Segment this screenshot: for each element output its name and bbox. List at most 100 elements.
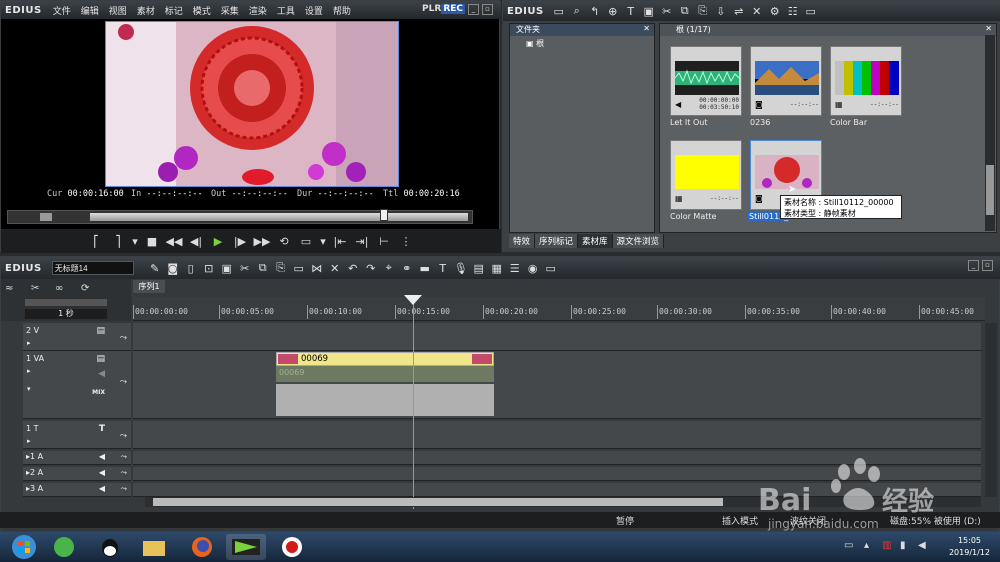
folder-root[interactable]: ▣ 根 [526,38,544,49]
split-icon[interactable]: ⋈ [308,260,326,276]
clip-label[interactable]: Color Bar [830,118,867,127]
step-forward-icon[interactable]: |▶ [229,232,251,250]
tool-icon[interactable]: ✂ [31,283,39,294]
set-out-icon[interactable]: ⎤ [107,232,129,250]
add-clip-icon[interactable]: ⊕ [604,3,622,19]
paste-icon[interactable]: ⎘ [694,3,712,19]
clip-label[interactable]: Let It Out [670,118,707,127]
view-mode-icon[interactable]: ☷ [784,3,802,19]
track-header-2a[interactable]: ▸2 A ◀ ⤳ [23,467,131,481]
copy-icon[interactable]: ⧉ [254,260,272,276]
bin-menu-icon[interactable]: ▭ [802,3,820,19]
timeline-ruler[interactable]: 00:00:00:00 00:00:05:00 00:00:10:00 00:0… [133,297,985,321]
qq-icon[interactable] [90,534,130,560]
record-icon[interactable]: ◉ [524,260,542,276]
timeline-video-clip[interactable]: 00069 [276,352,494,366]
more-tools-icon[interactable]: ⋮ [395,232,417,250]
rewind-icon[interactable]: ◀◀ [163,232,185,250]
clip-color-matte[interactable]: --:--:-- ▦ [670,140,742,210]
close-icon[interactable]: ✕ [985,24,992,33]
expand-icon[interactable]: ▸ [27,437,31,445]
track-lane-1t[interactable] [133,421,981,449]
plr-rec-toggle[interactable]: PLR REC [422,4,465,14]
open-icon[interactable]: ⊡ [200,260,218,276]
group-icon[interactable]: ▭ [290,260,308,276]
signal-icon[interactable]: ▮ [900,540,906,551]
render-icon[interactable]: ▤ [470,260,488,276]
mode-icon[interactable]: ✎ [146,260,164,276]
network-icon[interactable]: ▥ [882,540,891,551]
track-lane-2v[interactable] [133,323,981,351]
new-file-icon[interactable]: ▯ [182,260,200,276]
collapse-icon[interactable]: ▾ [27,385,31,393]
copy-icon[interactable]: ⧉ [676,3,694,19]
tab-effects[interactable]: 特效 [509,234,536,248]
scrub-track[interactable] [90,213,468,221]
expand-icon[interactable]: ▸ [27,367,31,375]
menu-clip[interactable]: 素材 [132,4,160,17]
bin-scrollbar-thumb[interactable] [986,165,994,215]
mix-label[interactable]: MIX [92,389,105,396]
grid-icon[interactable]: ▦ [488,260,506,276]
track-header-3a[interactable]: ▸3 A ◀ ⤳ [23,483,131,497]
loop-icon[interactable]: ⟲ [273,232,295,250]
menu-file[interactable]: 文件 [48,4,76,17]
sync-lock-icon[interactable]: ⤳ [120,377,127,387]
clip-0236[interactable]: --:--:-- ◙ [750,46,822,116]
tab-source-browser[interactable]: 源文件浏览 [612,234,665,248]
zoom-slider[interactable] [25,299,107,306]
clip-color-bar[interactable]: --:--:-- ▦ [830,46,902,116]
menu-edit[interactable]: 编辑 [76,4,104,17]
track-lane-1va[interactable] [133,351,981,419]
tab-sequence-markers[interactable]: 序列标记 [535,234,579,248]
delete-icon[interactable]: ✕ [748,3,766,19]
link-icon[interactable]: ∞ [55,283,63,294]
playhead-marker[interactable] [404,295,422,305]
menu-mode[interactable]: 模式 [188,4,216,17]
track-header-1va[interactable]: 1 VA ▸ ▾ ▤ ◀ MIX ⤳ [23,351,131,419]
minimize-icon[interactable]: _ [468,4,479,15]
project-name-input[interactable] [51,261,134,275]
taskbar-clock[interactable]: 15:05 2019/1/12 [949,535,990,559]
stop-icon[interactable]: ■ [141,232,163,250]
tab-clip-library[interactable]: 素材库 [578,234,613,248]
overwrite-to-timeline-icon[interactable]: ⇥| [351,232,373,250]
search-icon[interactable]: ⌕ [568,3,586,19]
mic-icon[interactable]: 🎙 [452,260,470,276]
timeline-audio-clip[interactable]: 00069 [276,366,494,382]
menu-capture[interactable]: 采集 [216,4,244,17]
folder-icon[interactable]: ▭ [550,3,568,19]
playhead-line[interactable] [413,297,414,509]
fast-forward-icon[interactable]: ▶▶ [251,232,273,250]
sync-icon[interactable]: ▬ [416,260,434,276]
replace-icon[interactable]: ⇌ [730,3,748,19]
plr-label[interactable]: PLR [422,4,441,14]
title-icon[interactable]: T [434,260,452,276]
firefox-icon[interactable] [182,534,222,560]
update-app-icon[interactable] [44,534,84,560]
sync-lock-icon[interactable]: ⤳ [121,452,127,462]
insert-to-timeline-icon[interactable]: |⇤ [329,232,351,250]
sync-icon[interactable]: ⟳ [81,283,89,294]
scrub-thumb[interactable] [380,209,388,221]
properties-icon[interactable]: ⚙ [766,3,784,19]
paste-icon[interactable]: ⎘ [272,260,290,276]
save-icon[interactable]: ▣ [218,260,236,276]
new-sequence-icon[interactable]: ▣ [640,3,658,19]
speaker-icon[interactable]: ◀ [98,369,105,379]
file-explorer-icon[interactable] [134,534,174,560]
title-icon[interactable]: T [622,3,640,19]
menu-tools[interactable]: 工具 [272,4,300,17]
redo-icon[interactable]: ↷ [362,260,380,276]
menu-help[interactable]: 帮助 [328,4,356,17]
menu-render[interactable]: 渲染 [244,4,272,17]
restore-icon[interactable]: ▫ [982,260,993,271]
sync-lock-icon[interactable]: ⤳ [121,484,127,494]
tab-sequence[interactable]: 序列1 [133,280,165,293]
restore-icon[interactable]: ▫ [482,4,493,15]
audio-waveform-area[interactable] [276,384,494,416]
set-in-icon[interactable]: ⎡ [85,232,107,250]
sync-lock-icon[interactable]: ⤳ [120,333,127,343]
output-dropdown-icon[interactable]: ▾ [317,232,329,250]
output-icon[interactable]: ▭ [295,232,317,250]
